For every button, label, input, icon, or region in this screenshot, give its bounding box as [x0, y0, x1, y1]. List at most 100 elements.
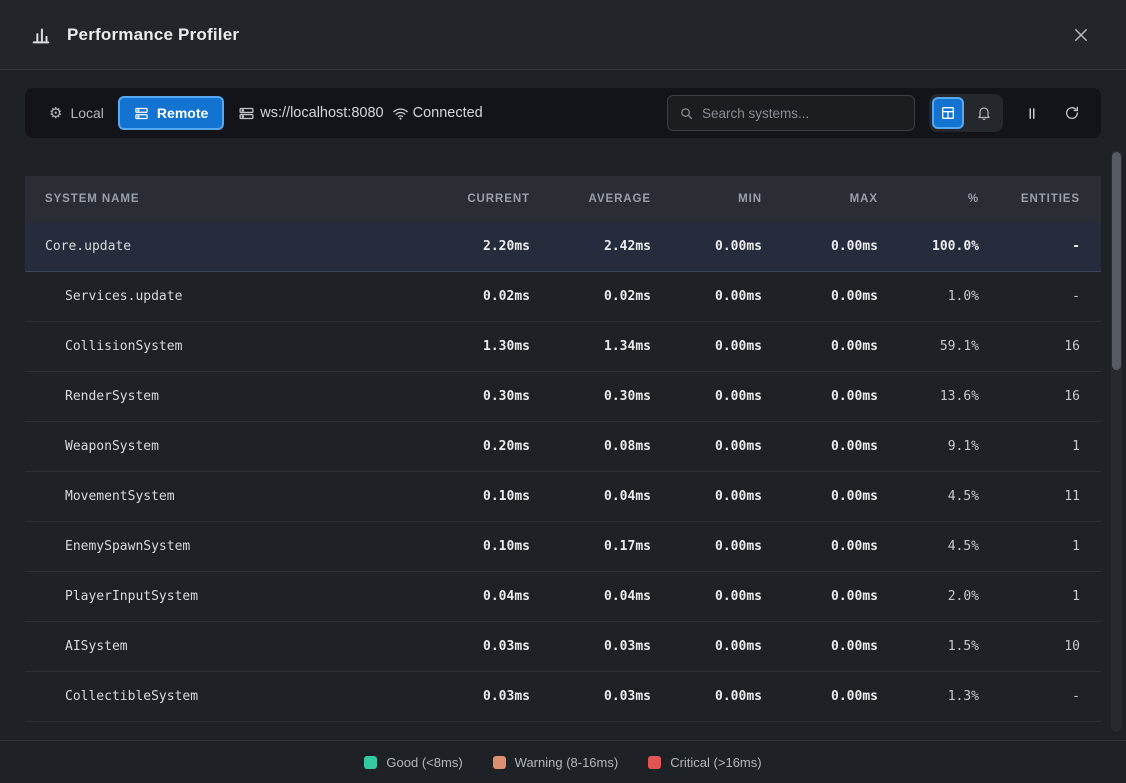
cell-current: 0.04ms	[410, 589, 530, 604]
cell-min: 0.00ms	[651, 639, 762, 654]
toolbar: ⚙ Local Remote	[25, 88, 1101, 138]
cell-pct: 100.0%	[878, 239, 979, 254]
table-row[interactable]: RenderSystem0.30ms0.30ms0.00ms0.00ms13.6…	[25, 372, 1101, 422]
column-header-current[interactable]: CURRENT	[410, 193, 530, 205]
cell-max: 0.00ms	[762, 689, 878, 704]
cell-max: 0.00ms	[762, 339, 878, 354]
scrollbar-thumb[interactable]	[1112, 152, 1121, 370]
cell-name: CollectibleSystem	[25, 689, 410, 704]
legend-swatch	[648, 756, 661, 769]
cell-entities: -	[979, 239, 1080, 254]
cell-pct: 1.0%	[878, 289, 979, 304]
server-icon	[238, 105, 255, 122]
cell-name: Core.update	[25, 239, 410, 254]
cell-entities: 16	[979, 339, 1080, 354]
legend-swatch	[493, 756, 506, 769]
cell-current: 0.30ms	[410, 389, 530, 404]
close-icon	[1072, 26, 1090, 44]
cell-current: 0.02ms	[410, 289, 530, 304]
cell-average: 2.42ms	[530, 239, 651, 254]
cell-name: Services.update	[25, 289, 410, 304]
cell-pct: 4.5%	[878, 489, 979, 504]
websocket-url-group: ws://localhost:8080	[238, 105, 383, 122]
view-toggle-group	[929, 94, 1003, 132]
cell-name: CollisionSystem	[25, 339, 410, 354]
cell-entities: 11	[979, 489, 1080, 504]
column-header-max[interactable]: MAX	[762, 193, 878, 205]
cell-current: 2.20ms	[410, 239, 530, 254]
cell-min: 0.00ms	[651, 539, 762, 554]
search-box	[667, 95, 915, 131]
cell-name: PlayerInputSystem	[25, 589, 410, 604]
alerts-button[interactable]	[968, 97, 1000, 129]
table-row[interactable]: PlayerInputSystem0.04ms0.04ms0.00ms0.00m…	[25, 572, 1101, 622]
table-row[interactable]: EnemySpawnSystem0.10ms0.17ms0.00ms0.00ms…	[25, 522, 1101, 572]
table-header: SYSTEM NAMECURRENTAVERAGEMINMAX%ENTITIES	[25, 176, 1101, 222]
connection-status-label: Connected	[413, 105, 483, 121]
cell-max: 0.00ms	[762, 289, 878, 304]
table-row[interactable]: AISystem0.03ms0.03ms0.00ms0.00ms1.5%10	[25, 622, 1101, 672]
table-row[interactable]: CollectibleSystem0.03ms0.03ms0.00ms0.00m…	[25, 672, 1101, 722]
cell-name: RenderSystem	[25, 389, 410, 404]
local-mode-label: Local	[70, 105, 103, 121]
cell-average: 0.30ms	[530, 389, 651, 404]
cell-entities: -	[979, 289, 1080, 304]
cell-name: WeaponSystem	[25, 439, 410, 454]
table-row[interactable]: CollisionSystem1.30ms1.34ms0.00ms0.00ms5…	[25, 322, 1101, 372]
cell-average: 0.03ms	[530, 689, 651, 704]
table-view-button[interactable]	[932, 97, 964, 129]
remote-mode-button[interactable]: Remote	[118, 96, 224, 130]
table-body: Core.update2.20ms2.42ms0.00ms0.00ms100.0…	[25, 222, 1101, 722]
cell-entities: -	[979, 689, 1080, 704]
performance-profiler-window: Performance Profiler ⚙ Local	[0, 0, 1126, 783]
cell-entities: 16	[979, 389, 1080, 404]
table-row[interactable]: Core.update2.20ms2.42ms0.00ms0.00ms100.0…	[25, 222, 1101, 272]
cell-min: 0.00ms	[651, 389, 762, 404]
connection-status: Connected	[392, 105, 483, 122]
cell-current: 0.03ms	[410, 639, 530, 654]
cell-average: 1.34ms	[530, 339, 651, 354]
legend-item: Good (<8ms)	[364, 755, 462, 770]
cell-name: EnemySpawnSystem	[25, 539, 410, 554]
column-header-pct[interactable]: %	[878, 193, 979, 205]
legend: Good (<8ms)Warning (8-16ms)Critical (>16…	[0, 740, 1126, 783]
cell-pct: 2.0%	[878, 589, 979, 604]
local-mode-button[interactable]: ⚙ Local	[35, 96, 118, 130]
cell-average: 0.08ms	[530, 439, 651, 454]
table-row[interactable]: MovementSystem0.10ms0.04ms0.00ms0.00ms4.…	[25, 472, 1101, 522]
title-bar: Performance Profiler	[0, 0, 1126, 70]
cell-pct: 13.6%	[878, 389, 979, 404]
cell-name: MovementSystem	[25, 489, 410, 504]
cell-current: 0.20ms	[410, 439, 530, 454]
column-header-name[interactable]: SYSTEM NAME	[25, 193, 410, 205]
cell-current: 0.10ms	[410, 539, 530, 554]
pause-button[interactable]	[1017, 98, 1047, 128]
wifi-icon	[392, 105, 409, 122]
refresh-icon	[1064, 105, 1080, 121]
legend-label: Good (<8ms)	[386, 755, 462, 770]
cell-pct: 1.5%	[878, 639, 979, 654]
cell-max: 0.00ms	[762, 639, 878, 654]
legend-item: Critical (>16ms)	[648, 755, 761, 770]
cell-entities: 1	[979, 539, 1080, 554]
column-header-average[interactable]: AVERAGE	[530, 193, 651, 205]
refresh-button[interactable]	[1057, 98, 1087, 128]
remote-mode-label: Remote	[157, 105, 208, 121]
cell-average: 0.04ms	[530, 589, 651, 604]
vertical-scrollbar[interactable]	[1111, 150, 1122, 732]
cell-entities: 10	[979, 639, 1080, 654]
table-row[interactable]: WeaponSystem0.20ms0.08ms0.00ms0.00ms9.1%…	[25, 422, 1101, 472]
column-header-entities[interactable]: ENTITIES	[979, 193, 1080, 205]
cell-min: 0.00ms	[651, 439, 762, 454]
search-input[interactable]	[702, 106, 903, 121]
cell-max: 0.00ms	[762, 439, 878, 454]
cell-average: 0.02ms	[530, 289, 651, 304]
legend-label: Critical (>16ms)	[670, 755, 761, 770]
pause-icon	[1025, 106, 1039, 121]
systems-table: SYSTEM NAMECURRENTAVERAGEMINMAX%ENTITIES…	[25, 176, 1101, 722]
column-header-min[interactable]: MIN	[651, 193, 762, 205]
close-button[interactable]	[1066, 20, 1096, 50]
page-title: Performance Profiler	[67, 25, 239, 45]
gear-icon: ⚙	[49, 106, 62, 121]
table-row[interactable]: Services.update0.02ms0.02ms0.00ms0.00ms1…	[25, 272, 1101, 322]
